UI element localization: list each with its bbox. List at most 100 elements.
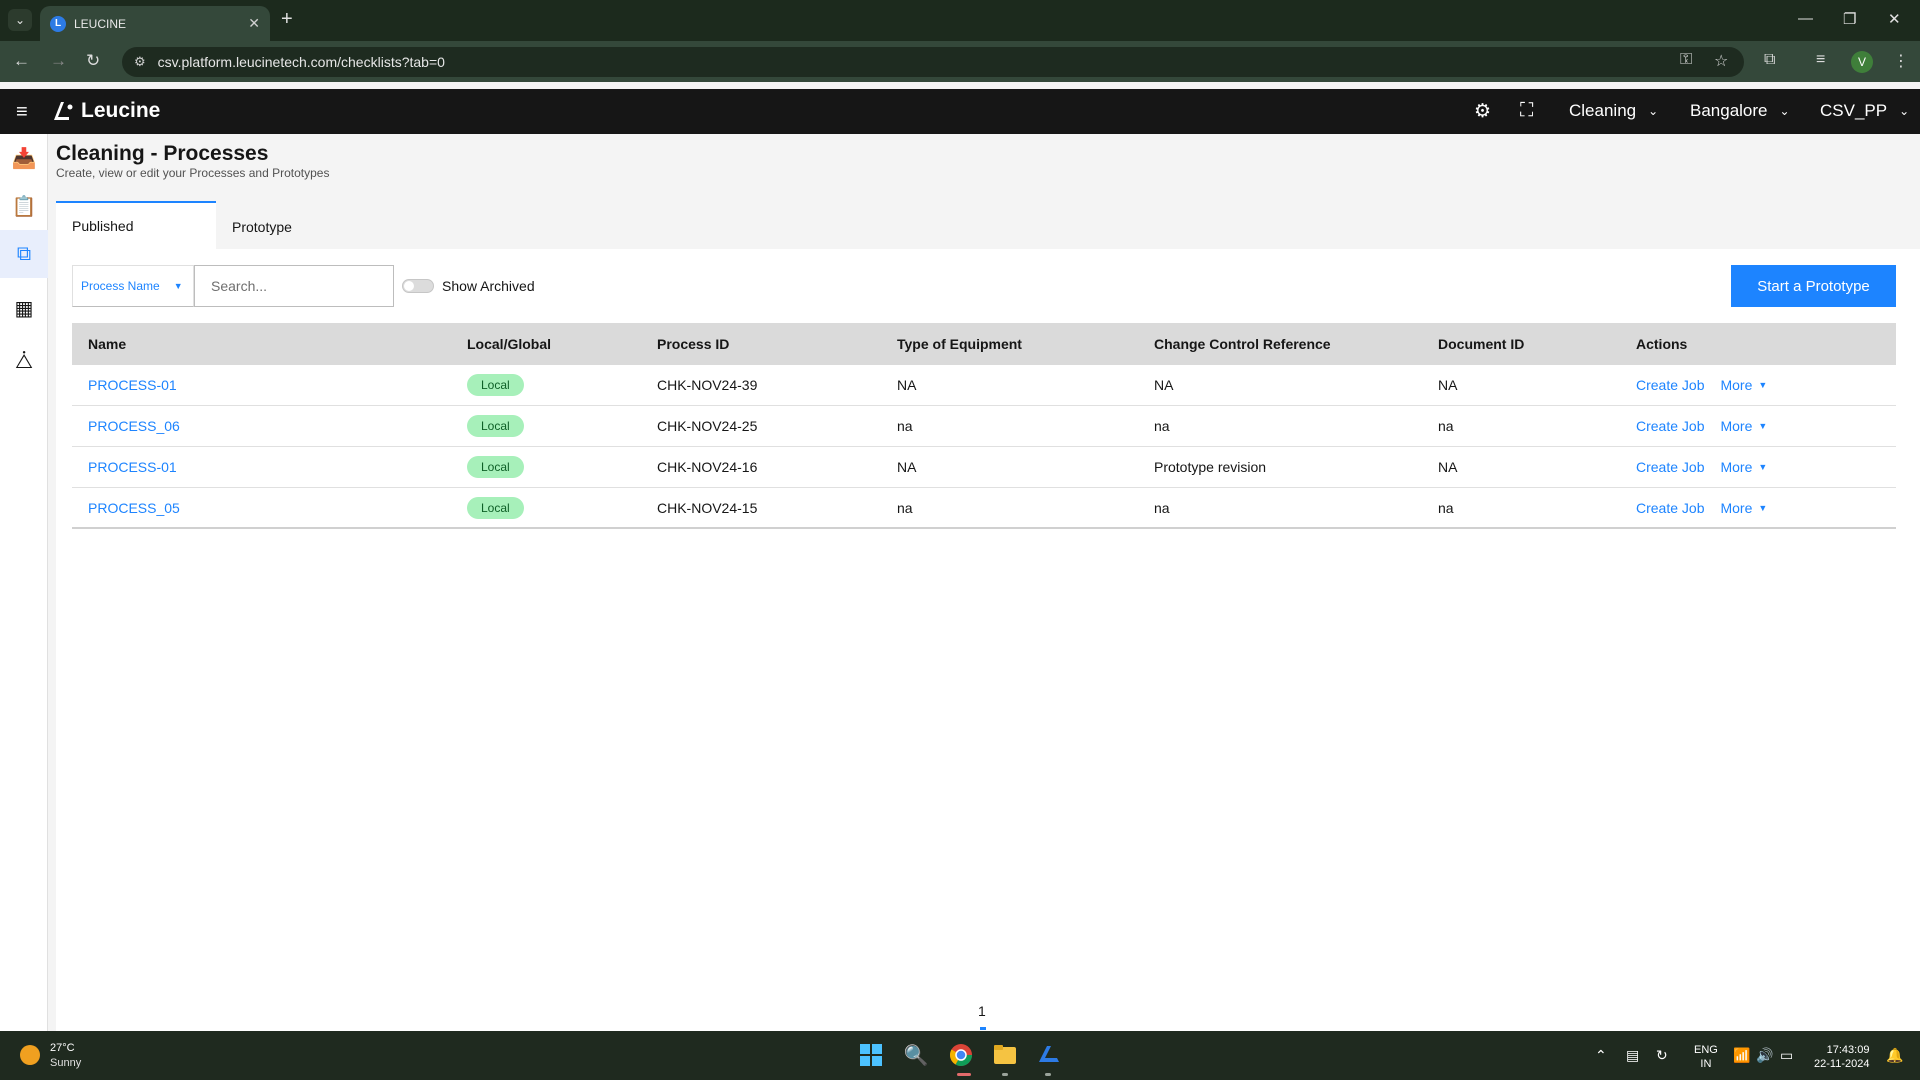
tab-close-icon[interactable]: ✕ — [248, 15, 260, 32]
password-key-icon[interactable]: ⚿ — [1680, 51, 1692, 69]
equipment-cell: na — [897, 418, 913, 434]
page-tabs: Published Prototype — [56, 201, 376, 249]
process-id-cell: CHK-NOV24-15 — [657, 499, 758, 516]
back-icon[interactable]: ← — [13, 51, 30, 71]
processes-table: Name Local/Global Process ID Type of Equ… — [72, 323, 1896, 529]
sun-weather-icon[interactable] — [20, 1045, 40, 1065]
ontology-hierarchy-icon[interactable]: ⧊ — [0, 338, 48, 386]
create-job-link[interactable]: Create Job — [1636, 459, 1704, 475]
tab-prototype[interactable]: Prototype — [216, 201, 376, 249]
address-url: csv.platform.leucinetech.com/checklists?… — [157, 54, 445, 70]
azure-devops-app-icon[interactable] — [1036, 1042, 1062, 1068]
equipment-cell: NA — [897, 377, 917, 393]
scope-badge: Local — [467, 456, 524, 478]
more-actions-dropdown[interactable]: More ▼ — [1720, 377, 1767, 393]
notifications-bell-icon[interactable]: 🔔 — [1886, 1047, 1903, 1064]
scope-badge: Local — [467, 415, 524, 437]
start-prototype-button[interactable]: Start a Prototype — [1731, 265, 1896, 307]
region-code: IN — [1700, 1058, 1712, 1070]
pagination-active-indicator — [980, 1027, 986, 1030]
column-header-actions: Actions — [1636, 336, 1688, 352]
process-name-link[interactable]: PROCESS-01 — [88, 377, 177, 393]
inbox-icon[interactable]: 📥 — [0, 134, 48, 182]
app-header: ≡ Leucine ⚙ ⛶ Cleaning ⌄ Bangalore ⌄ CSV… — [0, 89, 1920, 134]
show-hidden-icons-chevron-icon[interactable]: ⌃ — [1595, 1047, 1607, 1064]
tab-published[interactable]: Published — [56, 201, 216, 249]
sync-icon[interactable]: ↻ — [1656, 1047, 1668, 1064]
chrome-app-icon[interactable] — [948, 1042, 974, 1068]
more-actions-dropdown[interactable]: More ▼ — [1720, 500, 1767, 516]
facility-dropdown-bangalore[interactable]: Bangalore ⌄ — [1690, 101, 1790, 121]
settings-gear-icon[interactable]: ⚙ — [1474, 100, 1491, 123]
minimize-icon[interactable]: — — [1798, 10, 1813, 27]
window-close-icon[interactable]: ✕ — [1888, 10, 1901, 28]
windows-taskbar: 27°C Sunny 🔍 ⌃ ▤ ↻ ENG IN 📶 🔊 ▭ 17:43:09… — [0, 1031, 1920, 1080]
process-id-cell: CHK-NOV24-25 — [657, 418, 758, 434]
windows-start-icon[interactable] — [858, 1042, 884, 1068]
facility-dropdown-cleaning[interactable]: Cleaning ⌄ — [1569, 101, 1658, 121]
process-name-link[interactable]: PROCESS-01 — [88, 459, 177, 475]
site-info-icon[interactable]: ⚙ — [134, 54, 146, 70]
pagination-page-1[interactable]: 1 — [978, 1003, 986, 1019]
forward-icon[interactable]: → — [50, 51, 67, 71]
facility-dropdown-csv-pp[interactable]: CSV_PP ⌄ — [1820, 101, 1909, 121]
create-job-link[interactable]: Create Job — [1636, 500, 1704, 516]
document-id-cell: na — [1438, 499, 1454, 516]
tab-search-chevron-icon[interactable]: ⌄ — [8, 9, 32, 31]
extensions-icon[interactable]: ⧉ — [1764, 51, 1775, 69]
equipment-cell: na — [897, 499, 913, 516]
table-row: PROCESS-01 Local CHK-NOV24-39 NA NA NA C… — [72, 365, 1896, 406]
filter-field-select[interactable]: Process Name ▼ — [72, 265, 194, 307]
document-id-cell: NA — [1438, 377, 1458, 393]
chrome-running-indicator — [957, 1073, 971, 1076]
chevron-down-icon: ⌄ — [1779, 104, 1790, 118]
address-bar[interactable]: ⚙ csv.platform.leucinetech.com/checklist… — [122, 47, 1744, 77]
volume-icon[interactable]: 🔊 — [1756, 1047, 1773, 1064]
toggle-knob — [404, 281, 414, 291]
explorer-running-indicator — [1002, 1073, 1008, 1076]
more-actions-dropdown[interactable]: More ▼ — [1720, 459, 1767, 475]
brand-name: Leucine — [81, 99, 161, 122]
notification-tray-icon[interactable]: ▤ — [1626, 1047, 1639, 1064]
language-indicator[interactable]: ENG IN — [1694, 1043, 1718, 1071]
scope-badge: Local — [467, 496, 524, 519]
weather-temperature: 27°C — [50, 1042, 75, 1054]
create-job-link[interactable]: Create Job — [1636, 377, 1704, 393]
bookmark-star-icon[interactable]: ☆ — [1714, 51, 1728, 71]
new-tab-icon[interactable]: + — [281, 8, 293, 31]
more-label: More — [1720, 418, 1753, 434]
scan-icon[interactable]: ⛶ — [1520, 100, 1533, 122]
create-job-link[interactable]: Create Job — [1636, 418, 1704, 434]
browser-tab-leucine[interactable]: L LEUCINE ✕ — [40, 6, 270, 41]
show-archived-toggle[interactable] — [402, 279, 434, 293]
table-row: PROCESS_06 Local CHK-NOV24-25 na na na C… — [72, 406, 1896, 447]
clock-time: 17:43:09 — [1826, 1044, 1870, 1056]
wifi-icon[interactable]: 📶 — [1733, 1047, 1750, 1064]
processes-icon[interactable]: ⧉ — [0, 230, 48, 278]
taskbar-search-icon[interactable]: 🔍 — [903, 1042, 929, 1068]
column-header-local-global: Local/Global — [467, 336, 552, 352]
leucine-logo[interactable]: Leucine — [51, 99, 160, 123]
media-controls-icon[interactable]: ≡ — [1816, 51, 1825, 69]
restore-icon[interactable]: ❐ — [1843, 10, 1856, 28]
table-header: Name Local/Global Process ID Type of Equ… — [72, 323, 1896, 365]
hamburger-menu-icon[interactable]: ≡ — [16, 101, 28, 124]
page-title: Cleaning - Processes — [56, 142, 269, 165]
calendar-icon[interactable]: ▦ — [0, 284, 48, 332]
reload-icon[interactable]: ↻ — [86, 51, 100, 71]
page-subtitle: Create, view or edit your Processes and … — [56, 166, 330, 180]
leucine-favicon-icon: L — [50, 15, 66, 32]
checklist-clipboard-icon[interactable]: 📋 — [0, 182, 48, 230]
system-clock[interactable]: 17:43:09 22-11-2024 — [1814, 1043, 1869, 1071]
caret-down-icon: ▼ — [1758, 421, 1768, 431]
process-name-link[interactable]: PROCESS_05 — [88, 500, 180, 516]
profile-avatar[interactable]: V — [1851, 51, 1873, 73]
process-name-link[interactable]: PROCESS_06 — [88, 418, 180, 434]
battery-icon[interactable]: ▭ — [1780, 1047, 1793, 1064]
process-id-cell: CHK-NOV24-39 — [657, 377, 758, 393]
more-actions-dropdown[interactable]: More ▼ — [1720, 418, 1767, 434]
search-input[interactable] — [194, 265, 394, 307]
file-explorer-icon[interactable] — [992, 1042, 1018, 1068]
facility-dropdown-label: Cleaning — [1569, 101, 1637, 120]
browser-menu-icon[interactable]: ⋮ — [1893, 51, 1909, 71]
